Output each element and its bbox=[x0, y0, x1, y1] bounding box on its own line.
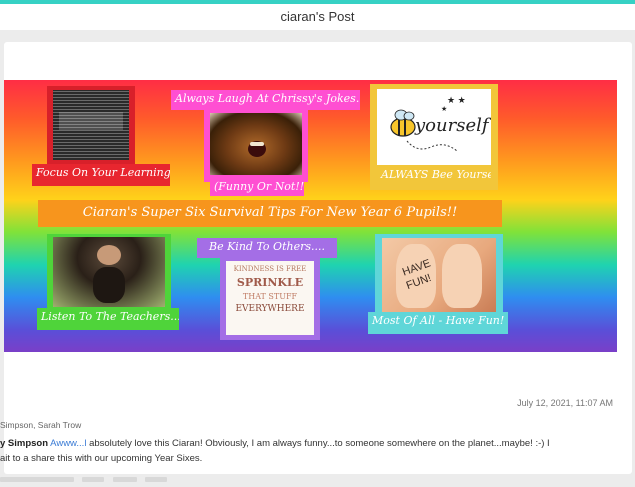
tip-caption-laugh: Always Laugh At Chrissy's Jokes.... bbox=[171, 90, 360, 110]
comment-actions bbox=[0, 469, 200, 482]
bee-image-text: yourself bbox=[415, 115, 489, 136]
kindness-line-1: KINDNESS IS FREE bbox=[233, 265, 307, 273]
kindness-line-3: THAT STUFF bbox=[242, 292, 298, 301]
svg-text:★ ★: ★ ★ bbox=[447, 95, 466, 105]
kindness-line-2: SPRINKLE bbox=[236, 276, 304, 289]
chimp-covering-ears-image bbox=[53, 237, 165, 307]
poster-title-banner: Ciaran's Super Six Survival Tips For New… bbox=[38, 200, 502, 227]
comment-action-button[interactable] bbox=[82, 477, 105, 482]
kindness-line-4: EVERYWHERE bbox=[235, 304, 305, 314]
tip-caption-listen: Listen To The Teachers.... bbox=[37, 308, 179, 330]
top-bar: ciaran's Post bbox=[0, 0, 635, 30]
tip-caption-focus: Focus On Your Learning! bbox=[32, 164, 170, 186]
tip-caption-fun: Most Of All - Have Fun! bbox=[368, 312, 508, 334]
comment: y Simpson Awww...l absolutely love this … bbox=[0, 436, 625, 466]
page-title: ciaran's Post bbox=[280, 9, 355, 24]
comment-action-button[interactable] bbox=[145, 477, 168, 482]
comment-link-text[interactable]: Awww...l bbox=[50, 438, 86, 449]
comment-text-line-2: ait to a share this with our upcoming Ye… bbox=[0, 453, 203, 464]
post-timestamp: July 12, 2021, 11:07 AM bbox=[517, 398, 613, 408]
post-image[interactable]: Focus On Your Learning! Always Laugh At … bbox=[4, 80, 617, 352]
kindness-image: KINDNESS IS FREE SPRINKLE THAT STUFF EVE… bbox=[226, 261, 314, 335]
svg-text:★: ★ bbox=[441, 105, 447, 113]
comment-action-button[interactable] bbox=[0, 477, 74, 482]
comment-text-line-1: absolutely love this Ciaran! Obviously, … bbox=[86, 438, 550, 449]
tip-caption-bee: ALWAYS Bee Yourself! bbox=[377, 166, 491, 186]
comment-author[interactable]: y Simpson bbox=[0, 438, 48, 449]
laughing-ape-image bbox=[210, 113, 302, 175]
comment-action-button[interactable] bbox=[112, 477, 137, 482]
feet-have-fun-image: HAVE FUN! bbox=[382, 238, 496, 312]
tip-caption-kind: Be Kind To Others.... bbox=[197, 238, 337, 258]
likers-list[interactable]: Simpson, Sarah Trow bbox=[0, 420, 81, 430]
text-wall-image bbox=[53, 90, 129, 160]
bee-yourself-image: ★ ★ ★ yourself bbox=[377, 89, 491, 165]
tip-subcaption-laugh: (Funny Or Not!!) bbox=[210, 178, 304, 196]
